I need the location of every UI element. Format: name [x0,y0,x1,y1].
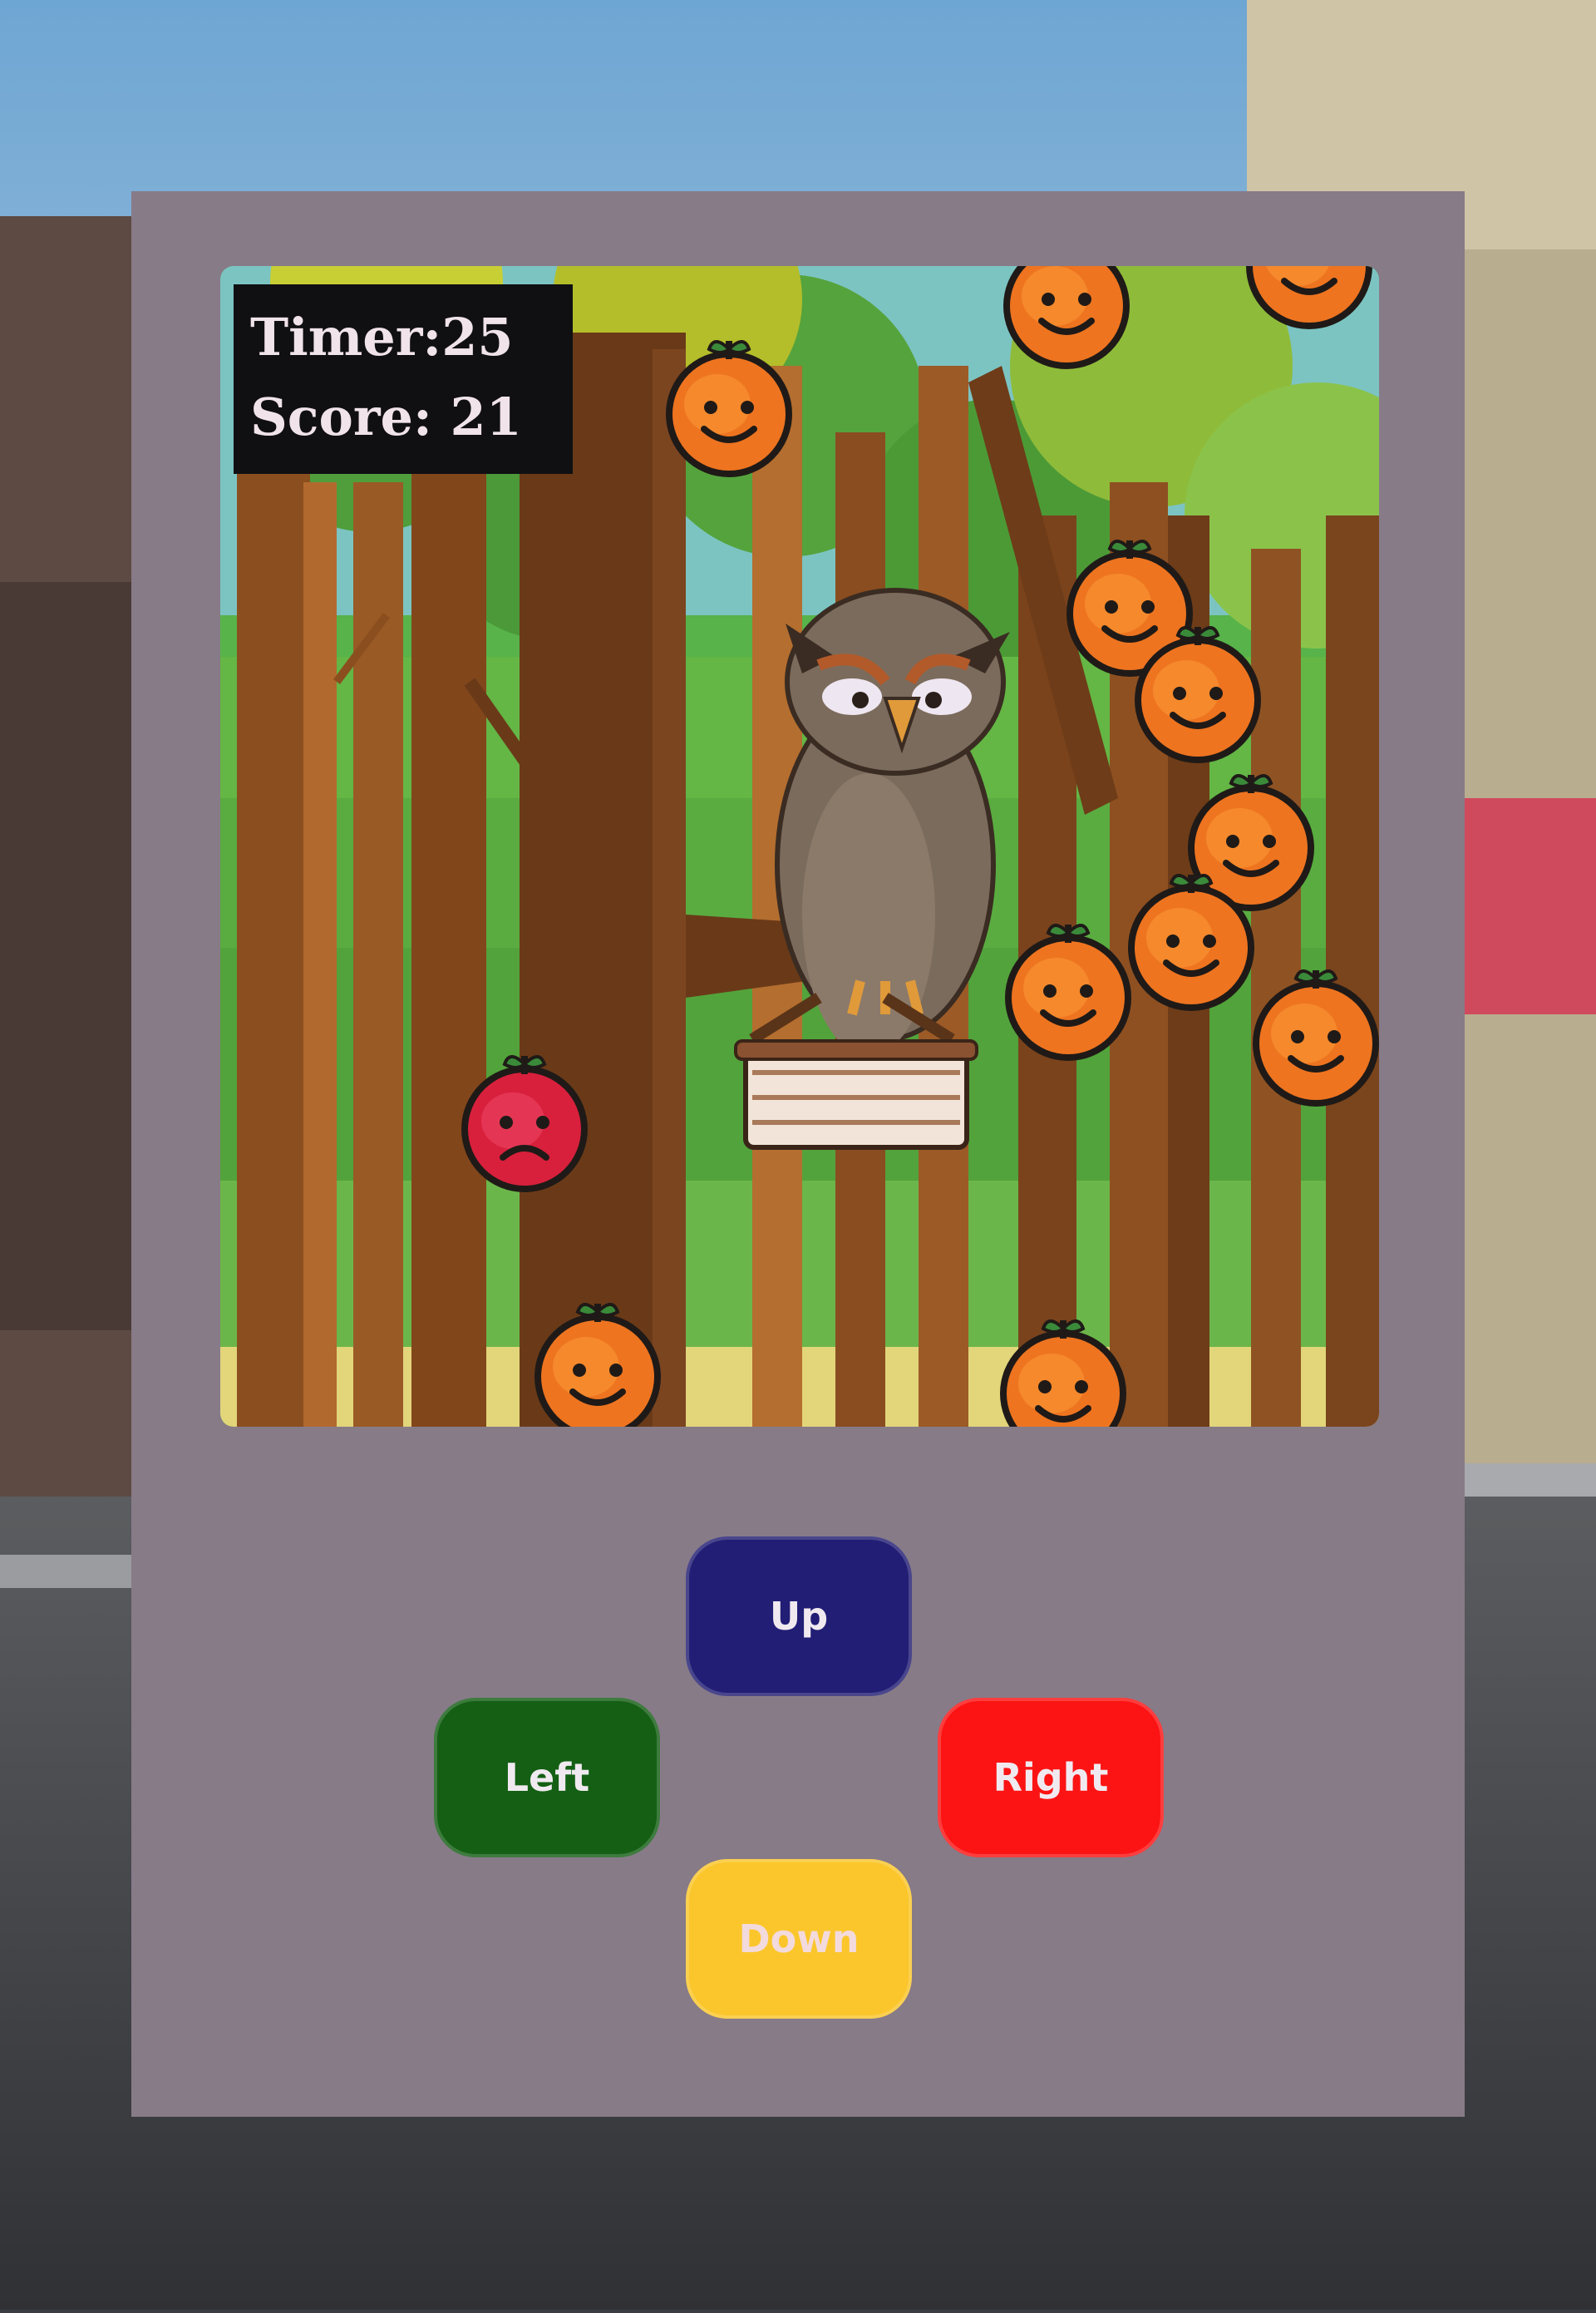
down-button[interactable]: Down [686,1859,912,2019]
timer-text: Timer:25 [250,307,514,367]
hud-panel: Timer:25 Score: 21 [234,284,573,474]
score-text: Score: 21 [250,387,522,447]
left-button[interactable]: Left [434,1698,660,1857]
up-button[interactable]: Up [686,1536,912,1696]
game-panel: Timer:25 Score: 21 Up Left Right Down [131,191,1465,2117]
right-button[interactable]: Right [938,1698,1164,1857]
game-canvas: Timer:25 Score: 21 [220,266,1379,1427]
